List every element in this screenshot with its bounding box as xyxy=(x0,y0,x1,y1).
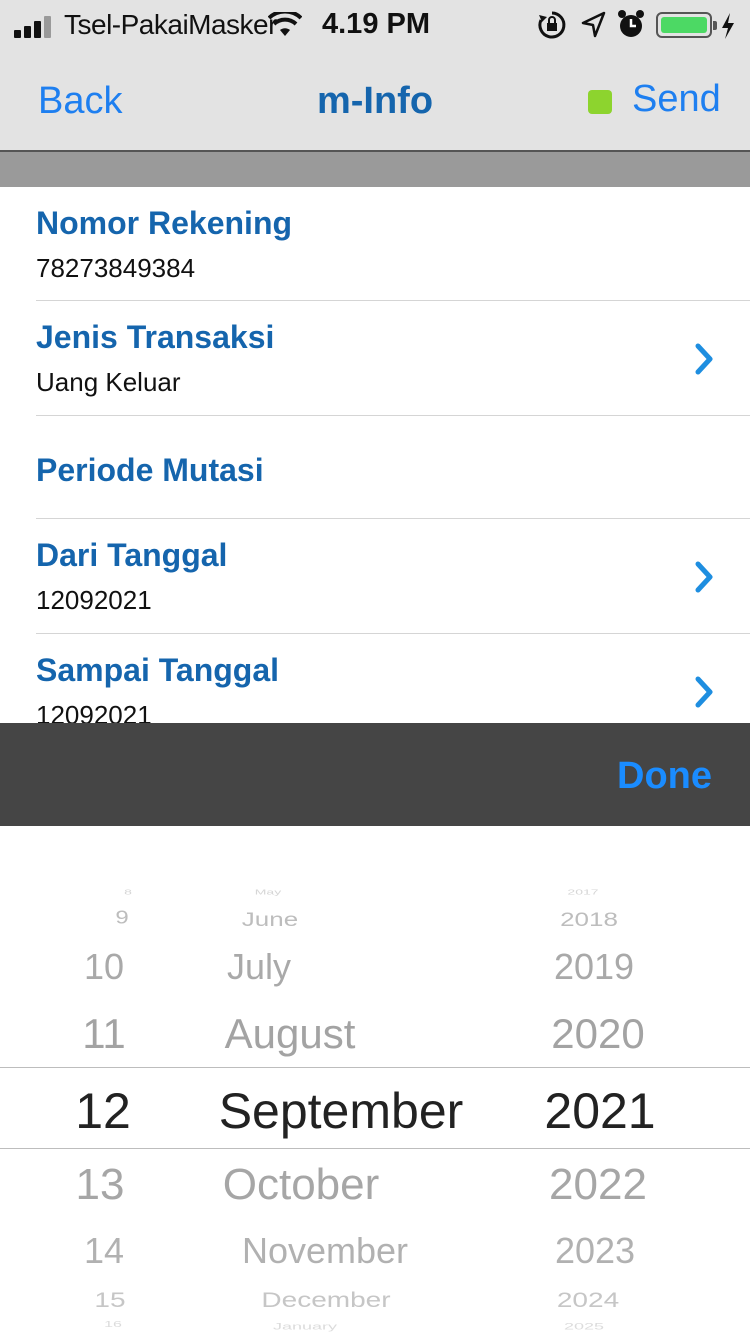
row-label: Nomor Rekening xyxy=(36,205,293,241)
picker-day-item: 13 xyxy=(75,1160,125,1209)
picker-day-item: 16 xyxy=(104,1320,122,1330)
wifi-icon xyxy=(268,12,302,36)
picker-month-item: December xyxy=(261,1288,391,1312)
chevron-right-icon xyxy=(695,561,713,593)
from-date-row[interactable]: Dari Tanggal 12092021 xyxy=(36,519,750,634)
account-number-row: Nomor Rekening 78273849384 xyxy=(36,187,750,301)
picker-year-item: 2017 xyxy=(567,888,599,896)
selection-bottom-line xyxy=(0,1148,750,1149)
row-value: 78273849384 xyxy=(36,253,196,283)
picker-day-item: 14 xyxy=(83,1230,125,1271)
picker-day-selected[interactable]: 12 xyxy=(75,1082,131,1140)
picker-year-item: 2022 xyxy=(549,1160,647,1209)
battery-icon xyxy=(656,12,717,38)
row-label: Sampai Tanggal xyxy=(36,652,280,688)
picker-year-item: 2025 xyxy=(563,1321,605,1332)
picker-month-item: July xyxy=(226,946,292,987)
picker-year-item: 2020 xyxy=(551,1010,645,1057)
carrier-name: Tsel-PakaiMasker xyxy=(64,9,277,40)
picker-day-item: 10 xyxy=(83,946,125,987)
picker-month-selected[interactable]: September xyxy=(219,1082,464,1140)
picker-year-item: 2023 xyxy=(554,1230,636,1271)
rotation-lock-icon xyxy=(538,11,566,39)
send-status-indicator xyxy=(588,90,612,114)
row-label: Jenis Transaksi xyxy=(36,319,275,355)
picker-year-selected[interactable]: 2021 xyxy=(544,1082,655,1140)
transaction-type-row[interactable]: Jenis Transaksi Uang Keluar xyxy=(36,301,750,416)
picker-year-item: 2024 xyxy=(556,1288,620,1312)
row-value: 12092021 xyxy=(36,585,152,615)
alarm-icon xyxy=(618,10,644,37)
location-icon xyxy=(581,11,606,38)
picker-year-item: 2019 xyxy=(553,946,635,987)
picker-day-item: 9 xyxy=(115,907,129,928)
form-list: Nomor Rekening 78273849384 Jenis Transak… xyxy=(0,187,750,749)
picker-year-item: 2018 xyxy=(560,907,618,931)
picker-day-item: 8 xyxy=(124,888,132,896)
picker-day-item: 15 xyxy=(94,1288,126,1312)
picker-month-item: November xyxy=(241,1230,409,1271)
chevron-right-icon xyxy=(695,676,713,708)
picker-month-item: August xyxy=(224,1010,356,1057)
done-button[interactable]: Done xyxy=(617,755,712,798)
picker-month-item: January xyxy=(272,1321,338,1332)
picker-month-item: October xyxy=(222,1160,380,1209)
send-button[interactable]: Send xyxy=(632,78,721,121)
row-label: Periode Mutasi xyxy=(36,452,264,488)
status-bar: Tsel-PakaiMasker 4.19 PM xyxy=(0,0,750,52)
row-value: Uang Keluar xyxy=(36,367,181,397)
row-label: Dari Tanggal xyxy=(36,537,228,573)
signal-strength-icon xyxy=(14,14,58,38)
mutation-period-header: Periode Mutasi xyxy=(36,416,750,519)
date-picker[interactable]: 8 9 10 11 12 13 14 15 16 May June July A… xyxy=(0,826,750,1334)
section-divider-band xyxy=(0,152,750,187)
charging-bolt-icon xyxy=(722,13,734,39)
selection-top-line xyxy=(0,1067,750,1068)
chevron-right-icon xyxy=(695,343,713,375)
picker-day-item: 11 xyxy=(82,1010,126,1057)
clock: 4.19 PM xyxy=(322,8,430,40)
navigation-bar: Back m-Info Send xyxy=(0,52,750,152)
picker-month-item: June xyxy=(241,907,299,931)
picker-month-item: May xyxy=(254,888,282,896)
picker-toolbar: Done xyxy=(0,723,750,826)
